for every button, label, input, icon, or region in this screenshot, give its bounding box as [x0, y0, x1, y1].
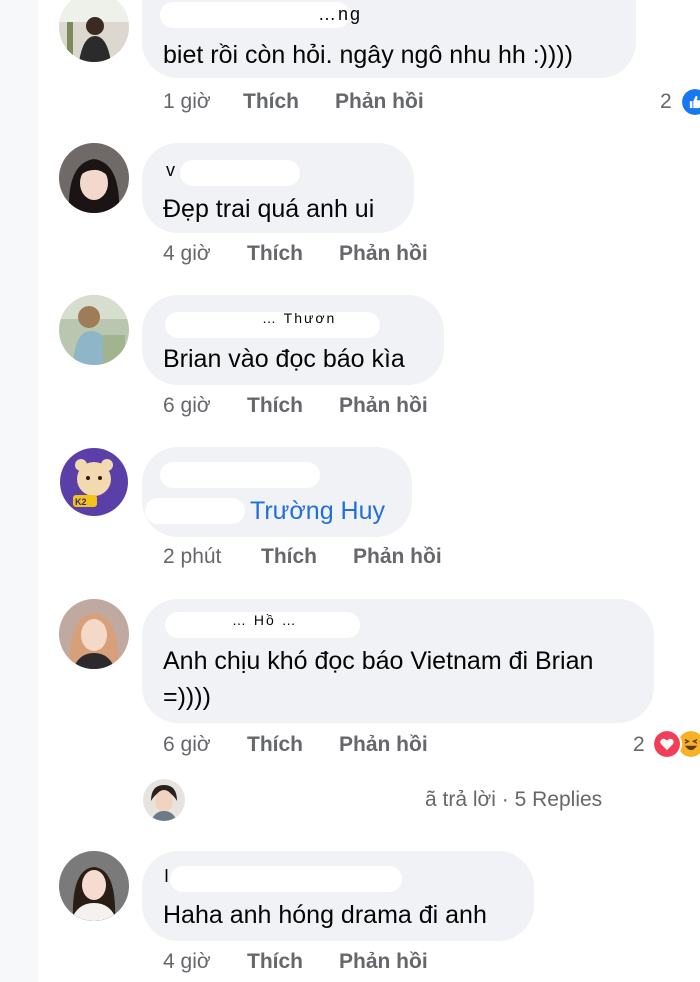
reply-button[interactable]: Phản hồi [339, 950, 428, 974]
commenter-name[interactable]: v [166, 160, 177, 181]
reply-avatar[interactable] [143, 779, 185, 821]
comment-time[interactable]: 4 giờ [163, 950, 211, 974]
comment-text: Haha anh hóng drama đi anh [163, 901, 487, 929]
redacted-name [160, 462, 320, 488]
redacted-name [180, 160, 300, 186]
avatar[interactable] [59, 851, 129, 921]
avatar[interactable] [59, 295, 129, 365]
left-rail [0, 0, 38, 982]
reply-button[interactable]: Phản hồi [353, 545, 442, 569]
commenter-name[interactable]: … Hồ … [232, 612, 298, 628]
avatar[interactable]: K2 [59, 447, 129, 517]
comment-time[interactable]: 2 phút [163, 545, 221, 569]
reaction-count[interactable]: 2 [660, 90, 672, 114]
reply-button[interactable]: Phản hồi [339, 733, 428, 757]
reply-button[interactable]: Phản hồi [339, 242, 428, 266]
comment-text: Đẹp trai quá anh ui [163, 195, 375, 223]
commenter-name[interactable]: …ng [318, 4, 362, 25]
like-button[interactable]: Thích [247, 733, 303, 757]
mention-link[interactable]: Trường Huy [250, 494, 385, 528]
like-icon [680, 87, 700, 117]
like-button[interactable]: Thích [247, 242, 303, 266]
avatar[interactable] [59, 599, 129, 669]
view-replies-link[interactable]: ã trả lời · 5 Replies [425, 788, 602, 812]
comment-text: Brian vào đọc báo kìa [163, 345, 405, 373]
comment-text-line: =)))) [163, 683, 211, 711]
comment-time[interactable]: 1 giờ [163, 90, 211, 114]
like-button[interactable]: Thích [243, 90, 299, 114]
commenter-name[interactable]: … Thươn [262, 310, 336, 326]
comment-thread: …ng biet rồi còn hỏi. ngây ngô nhu hh :)… [0, 0, 700, 982]
reaction-count[interactable]: 2 [633, 733, 645, 757]
like-button[interactable]: Thích [247, 394, 303, 418]
commenter-name[interactable]: I [164, 866, 171, 887]
comment-time[interactable]: 4 giờ [163, 242, 211, 266]
comment-text-line: Anh chịu khó đọc báo Vietnam đi Brian [163, 647, 594, 675]
svg-text:K2: K2 [75, 497, 87, 507]
comment-time[interactable]: 6 giờ [163, 394, 211, 418]
reply-button[interactable]: Phản hồi [339, 394, 428, 418]
like-button[interactable]: Thích [247, 950, 303, 974]
redacted-reply-name [195, 787, 420, 815]
comment-time[interactable]: 6 giờ [163, 733, 211, 757]
love-icon [652, 729, 682, 759]
avatar[interactable] [59, 0, 129, 62]
redacted-name [170, 866, 402, 892]
redacted-mention-prefix [145, 498, 245, 524]
reply-button[interactable]: Phản hồi [335, 90, 424, 114]
comment-text: biet rồi còn hỏi. ngây ngô nhu hh :)))) [163, 41, 573, 69]
avatar[interactable] [59, 143, 129, 213]
like-button[interactable]: Thích [261, 545, 317, 569]
